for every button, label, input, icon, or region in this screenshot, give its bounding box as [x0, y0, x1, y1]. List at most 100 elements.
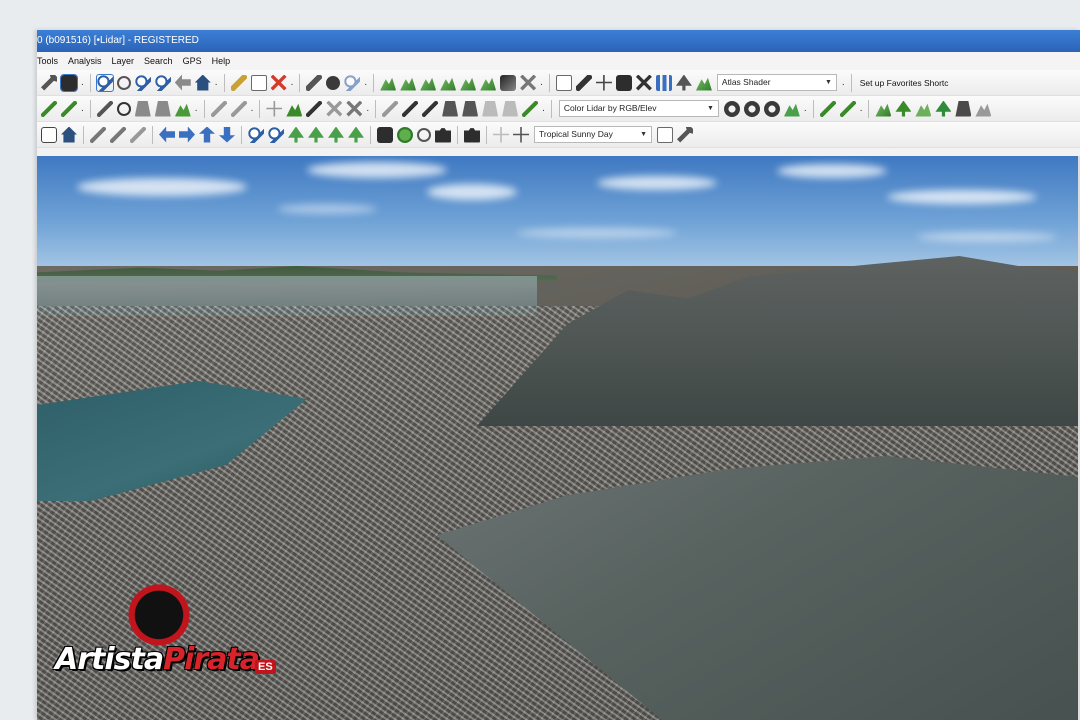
terrain4-icon[interactable]: [440, 77, 457, 91]
terrain-icon[interactable]: [380, 77, 397, 91]
shader-icon[interactable]: [695, 77, 712, 91]
dropdown-dot[interactable]: .: [251, 103, 254, 114]
dropdown-dot[interactable]: .: [860, 103, 863, 114]
menu-search[interactable]: Search: [144, 52, 179, 70]
terrain5-icon[interactable]: [460, 77, 477, 91]
check-icon[interactable]: [210, 100, 227, 117]
arrow-down-icon[interactable]: [219, 126, 235, 143]
tree5-icon[interactable]: [328, 126, 344, 143]
book-icon[interactable]: [377, 126, 393, 143]
measure-icon[interactable]: [306, 74, 323, 91]
compass-icon[interactable]: [493, 126, 509, 143]
cube-icon[interactable]: [615, 74, 632, 91]
select-icon[interactable]: [95, 73, 114, 92]
sky-dropdown[interactable]: Tropical Sunny Day ▼: [534, 126, 652, 143]
lasso-icon[interactable]: [116, 75, 131, 90]
square-icon[interactable]: [500, 74, 517, 91]
marker-icon[interactable]: [502, 100, 519, 117]
dropdown-dot[interactable]: .: [81, 77, 84, 88]
dropdown-dot[interactable]: .: [540, 77, 543, 88]
camera-video-icon[interactable]: [435, 128, 451, 143]
zoom-in-icon[interactable]: [134, 74, 151, 91]
lidar-color-dropdown[interactable]: Color Lidar by RGB/Elev ▼: [558, 100, 719, 117]
grid-icon[interactable]: [555, 74, 572, 91]
dropdown-dot[interactable]: .: [842, 77, 845, 88]
edit-icon[interactable]: [230, 100, 247, 117]
percent-icon[interactable]: [635, 74, 652, 91]
menu-layer[interactable]: Layer: [112, 52, 141, 70]
node-icon[interactable]: [61, 100, 77, 117]
building-icon[interactable]: [134, 100, 151, 117]
tree-icon[interactable]: [675, 74, 692, 91]
tool-icon[interactable]: [677, 126, 693, 143]
target-icon[interactable]: [116, 101, 131, 116]
zoom-out2-icon[interactable]: [268, 126, 284, 143]
tree4-icon[interactable]: [308, 126, 324, 143]
dish-icon[interactable]: [975, 103, 992, 117]
ruler-icon[interactable]: [346, 100, 363, 117]
gear2-icon[interactable]: [743, 100, 760, 117]
wand3-icon[interactable]: [442, 100, 459, 117]
erase-icon[interactable]: [110, 126, 126, 143]
pencil-icon[interactable]: [230, 74, 247, 91]
zoom-out-icon[interactable]: [154, 74, 171, 91]
gear3-icon[interactable]: [763, 100, 780, 117]
dropdown-dot[interactable]: .: [215, 77, 218, 88]
filter2-icon[interactable]: [819, 100, 836, 117]
tree3-icon[interactable]: [288, 126, 304, 143]
doc-icon[interactable]: [250, 74, 267, 91]
gear-icon[interactable]: [723, 100, 740, 117]
home-icon[interactable]: [194, 74, 211, 91]
dropdown-dot[interactable]: .: [804, 103, 807, 114]
dropdown-dot[interactable]: .: [542, 103, 545, 114]
feature-icon[interactable]: [575, 74, 592, 91]
filter3-icon[interactable]: [839, 100, 856, 117]
brush-icon[interactable]: [130, 126, 146, 143]
hill-icon[interactable]: [915, 103, 932, 117]
wand4-icon[interactable]: [462, 100, 479, 117]
search-icon[interactable]: [344, 74, 361, 91]
menu-help[interactable]: Help: [212, 52, 237, 70]
tower-icon[interactable]: [955, 100, 972, 117]
split-icon[interactable]: [326, 100, 343, 117]
dropdown-dot[interactable]: .: [291, 77, 294, 88]
wrench-icon[interactable]: [41, 74, 57, 91]
dropdown-dot[interactable]: .: [195, 103, 198, 114]
ruler2-icon[interactable]: [382, 100, 399, 117]
bars-icon[interactable]: [655, 74, 672, 91]
arrow-right-icon[interactable]: [179, 126, 195, 143]
tree2-icon[interactable]: [935, 100, 952, 117]
play-icon[interactable]: [397, 126, 413, 143]
dropdown-dot[interactable]: .: [366, 103, 369, 114]
terrain3-icon[interactable]: [420, 77, 437, 91]
peak-icon[interactable]: [875, 103, 892, 117]
paint-icon[interactable]: [174, 103, 191, 117]
dropdown-dot[interactable]: .: [81, 103, 84, 114]
cross-icon[interactable]: [520, 74, 537, 91]
favorites-label[interactable]: Set up Favorites Shortc: [860, 78, 949, 88]
cube2-icon[interactable]: [41, 126, 57, 143]
arrow-left-icon[interactable]: [159, 126, 175, 143]
wand2-icon[interactable]: [422, 100, 439, 117]
vertex-icon[interactable]: [306, 100, 323, 117]
line-icon[interactable]: [41, 100, 57, 117]
home2-icon[interactable]: [61, 126, 77, 143]
back-icon[interactable]: [174, 74, 191, 91]
layers-icon[interactable]: [60, 73, 78, 92]
pencil2-icon[interactable]: [90, 126, 106, 143]
wand-icon[interactable]: [402, 100, 419, 117]
zoom-in2-icon[interactable]: [248, 126, 264, 143]
info-icon[interactable]: [326, 75, 341, 90]
dropdown-dot[interactable]: .: [364, 77, 367, 88]
panel-icon[interactable]: [657, 126, 673, 143]
delete-icon[interactable]: [270, 74, 287, 91]
terrain6-icon[interactable]: [480, 77, 497, 91]
camera-icon[interactable]: [464, 128, 480, 143]
grass-icon[interactable]: [895, 100, 912, 117]
building2-icon[interactable]: [154, 100, 171, 117]
move-icon[interactable]: [266, 100, 283, 117]
settings-icon[interactable]: [513, 126, 529, 143]
measure2-icon[interactable]: [96, 100, 113, 117]
menu-gps[interactable]: GPS: [183, 52, 208, 70]
link-icon[interactable]: [286, 103, 303, 117]
